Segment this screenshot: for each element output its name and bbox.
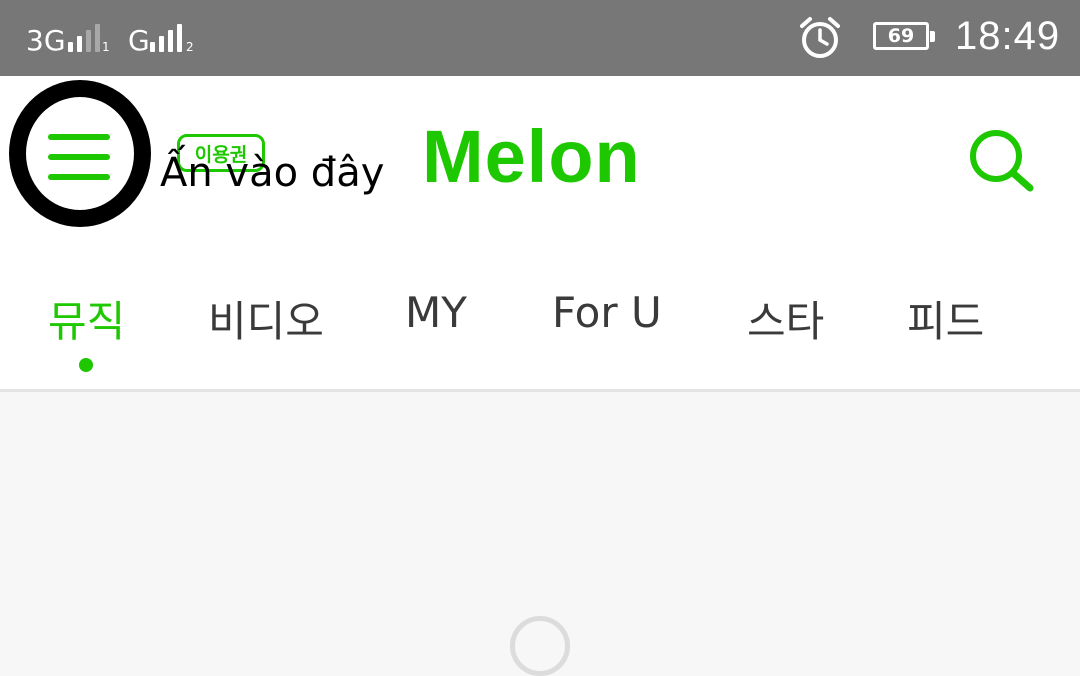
main-tabs: 뮤직 비디오 MY For U 스타 피드 [0, 236, 1080, 392]
status-time: 18:49 [955, 14, 1061, 58]
melon-logo[interactable]: Melon [422, 114, 641, 199]
tab-my[interactable]: MY [405, 288, 467, 337]
sim1-signal-icon [68, 22, 100, 52]
sim1-index: 1 [102, 40, 110, 54]
active-tab-indicator [79, 358, 93, 372]
battery-level: 69 [887, 25, 915, 47]
sim2-network-label: G [128, 24, 150, 57]
sim2-signal-icon [150, 22, 182, 52]
status-bar: 3G 1 G 2 69 18:49 [0, 0, 1080, 76]
tab-feed[interactable]: 피드 [907, 288, 984, 349]
content-area [0, 392, 1080, 676]
tab-music[interactable]: 뮤직 [48, 288, 125, 349]
tab-video[interactable]: 비디오 [208, 288, 324, 349]
annotation-text: Ấn vào đây [160, 150, 385, 196]
search-icon[interactable] [966, 128, 1038, 194]
highlight-circle [9, 80, 151, 227]
sim2-index: 2 [186, 40, 194, 54]
loading-spinner-icon [510, 616, 570, 676]
sim1-network-label: 3G [26, 24, 66, 57]
alarm-clock-icon [800, 17, 840, 58]
tab-for-u[interactable]: For U [552, 288, 662, 337]
tab-star[interactable]: 스타 [747, 288, 824, 349]
battery-icon: 69 [873, 22, 935, 50]
